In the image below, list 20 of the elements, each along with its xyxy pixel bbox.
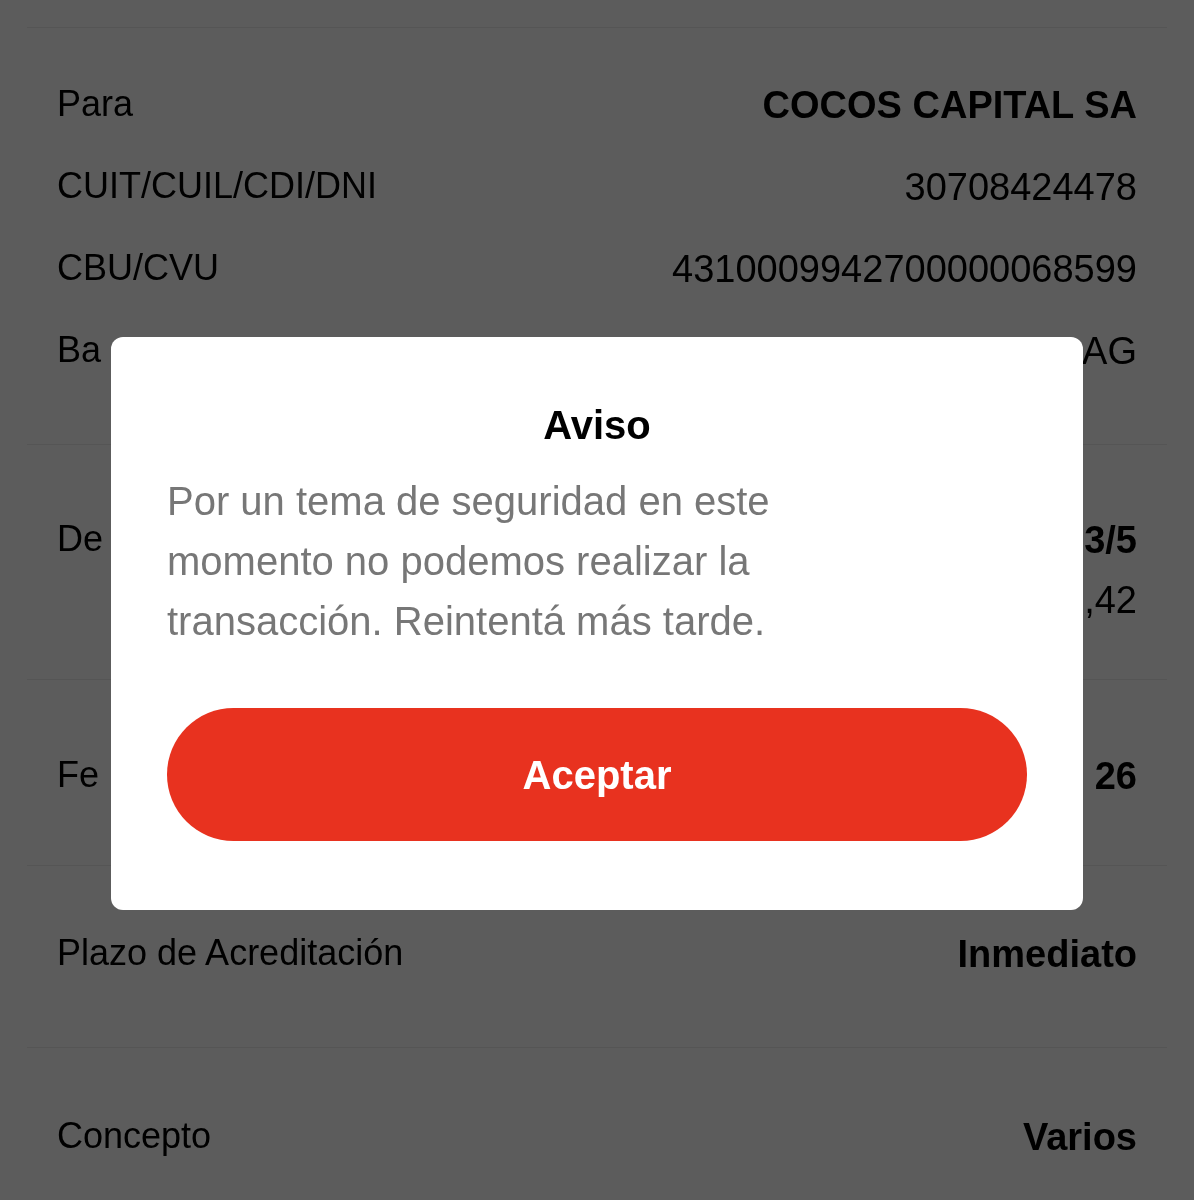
- field-value: 30708424478: [904, 165, 1137, 210]
- field-label: CUIT/CUIL/CDI/DNI: [57, 164, 377, 208]
- field-value: Varios: [1022, 1115, 1137, 1160]
- accept-button[interactable]: Aceptar: [167, 708, 1027, 841]
- field-value: 4310009942700000068599: [672, 247, 1137, 292]
- field-label: Concepto: [57, 1114, 212, 1158]
- field-value: 3/5: [1084, 518, 1137, 563]
- field-value: ,42: [1084, 578, 1137, 623]
- dialog-message: Por un tema de seguridad en este momento no podemos realizar la transacción. Reintentá más tarde.: [167, 478, 771, 645]
- field-label: Para: [57, 82, 134, 126]
- field-label: Fe: [57, 753, 99, 797]
- field-label: CBU/CVU: [57, 246, 220, 290]
- field-value: COCOS CAPITAL SA: [762, 83, 1137, 128]
- field-label: Ba: [57, 328, 102, 372]
- dialog-title: Aviso: [542, 402, 652, 449]
- field-label: De: [57, 517, 104, 561]
- field-value: 26: [1094, 754, 1137, 799]
- field-value: Inmediato: [957, 932, 1137, 977]
- field-value: AG: [1082, 329, 1137, 374]
- field-label: Plazo de Acreditación: [57, 931, 404, 975]
